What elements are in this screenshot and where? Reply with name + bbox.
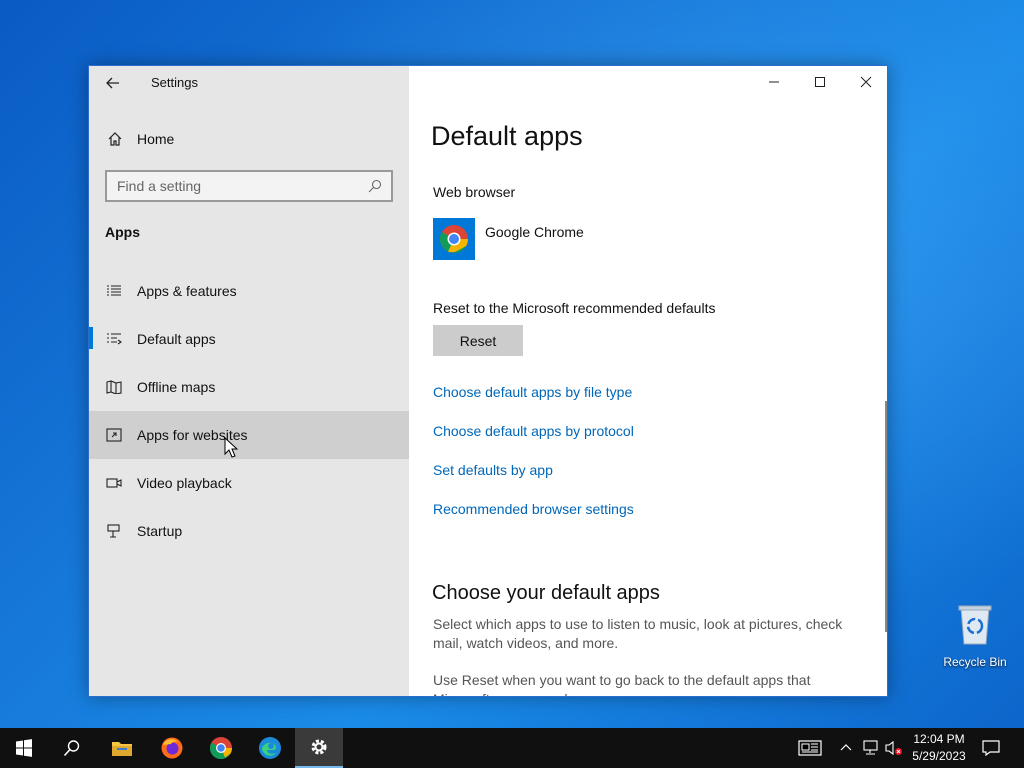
startup-icon <box>105 523 123 539</box>
nav-item-apps-features[interactable]: Apps & features <box>89 267 409 315</box>
start-button[interactable] <box>0 728 48 768</box>
list-icon <box>105 283 123 299</box>
scrollbar[interactable] <box>885 401 887 632</box>
reset-button[interactable]: Reset <box>433 325 523 356</box>
search-icon <box>63 740 80 757</box>
nav-item-offline-maps[interactable]: Offline maps <box>89 363 409 411</box>
web-browser-label: Web browser <box>433 184 516 200</box>
home-icon <box>108 132 122 146</box>
nav-item-startup[interactable]: Startup <box>89 507 409 555</box>
nav-item-video-playback[interactable]: Video playback <box>89 459 409 507</box>
window-controls <box>751 66 887 98</box>
settings-window: Settings Home Apps Apps & features Defau… <box>88 65 888 697</box>
recycle-bin[interactable]: Recycle Bin <box>940 602 1010 669</box>
page-title: Default apps <box>431 121 583 151</box>
firefox-icon <box>161 737 183 759</box>
nav-section-heading: Apps <box>105 224 140 240</box>
close-button[interactable] <box>843 66 887 98</box>
chrome-icon <box>209 737 232 760</box>
link-default-apps-by-protocol[interactable]: Choose default apps by protocol <box>433 423 634 462</box>
chevron-up-icon[interactable] <box>840 742 852 752</box>
settings-content-pane: Default apps Web browser Google Chrome R… <box>409 66 887 696</box>
chrome-icon <box>433 218 475 260</box>
minimize-icon <box>769 81 779 83</box>
search-box[interactable] <box>105 170 393 202</box>
nav-home[interactable]: Home <box>89 121 409 157</box>
taskbar-chrome[interactable] <box>197 728 245 768</box>
clock-time: 12:04 PM <box>913 732 965 746</box>
nav-item-label: Offline maps <box>137 379 216 395</box>
nav-list: Apps & features Default apps Offline map… <box>89 267 409 555</box>
taskbar-clock[interactable]: 12:04 PM 5/29/2023 <box>906 731 972 765</box>
reset-label: Reset to the Microsoft recommended defau… <box>433 300 716 316</box>
nav-item-apps-for-websites[interactable]: Apps for websites <box>89 411 409 459</box>
maximize-button[interactable] <box>797 66 843 98</box>
nav-item-default-apps[interactable]: Default apps <box>89 315 409 363</box>
maximize-icon <box>815 77 825 87</box>
minimize-button[interactable] <box>751 66 797 98</box>
nav-item-label: Default apps <box>137 331 216 347</box>
search-input[interactable] <box>107 178 367 194</box>
back-button[interactable] <box>99 70 127 96</box>
nav-item-label: Startup <box>137 523 183 539</box>
search-icon <box>368 179 382 193</box>
volume-muted-icon[interactable] <box>884 740 904 756</box>
web-browser-selector[interactable]: Google Chrome <box>433 218 584 260</box>
taskbar-firefox[interactable] <box>148 728 196 768</box>
taskbar-edge[interactable] <box>246 728 294 768</box>
back-arrow-icon <box>106 77 119 89</box>
mouse-cursor-icon <box>224 437 238 458</box>
start-icon <box>16 739 32 757</box>
video-icon <box>105 475 123 491</box>
description-text: Select which apps to use to listen to mu… <box>433 616 843 651</box>
description-text: Use Reset when you want to go back to th… <box>433 672 811 696</box>
network-icon[interactable] <box>862 740 880 756</box>
related-links: Choose default apps by file type Choose … <box>433 384 634 540</box>
nav-home-label: Home <box>137 131 175 147</box>
file-explorer-icon <box>112 742 132 756</box>
recycle-bin-label: Recycle Bin <box>943 655 1007 669</box>
taskbar-search-button[interactable] <box>48 728 96 768</box>
nav-item-label: Apps & features <box>137 283 237 299</box>
link-recommended-browser-settings[interactable]: Recommended browser settings <box>433 501 634 540</box>
taskbar-settings[interactable] <box>295 728 343 768</box>
recycle-bin-icon <box>958 605 992 645</box>
web-app-icon <box>105 427 123 443</box>
notification-center-icon[interactable] <box>982 740 1000 756</box>
web-browser-app-name: Google Chrome <box>485 224 584 240</box>
close-icon <box>860 76 872 88</box>
list-arrow-icon <box>105 331 123 347</box>
taskbar-file-explorer[interactable] <box>98 728 146 768</box>
news-widget-icon[interactable] <box>798 740 822 756</box>
settings-nav-pane: Settings Home Apps Apps & features Defau… <box>89 66 409 696</box>
section-subheading: Choose your default apps <box>432 582 660 604</box>
taskbar: 12:04 PM 5/29/2023 <box>0 728 1024 768</box>
link-set-defaults-by-app[interactable]: Set defaults by app <box>433 462 634 501</box>
clock-date: 5/29/2023 <box>912 749 966 763</box>
map-icon <box>105 379 123 395</box>
link-default-apps-by-file-type[interactable]: Choose default apps by file type <box>433 384 634 423</box>
nav-item-label: Video playback <box>137 475 232 491</box>
window-title: Settings <box>151 75 198 90</box>
edge-icon <box>259 737 281 759</box>
settings-icon <box>311 739 327 755</box>
